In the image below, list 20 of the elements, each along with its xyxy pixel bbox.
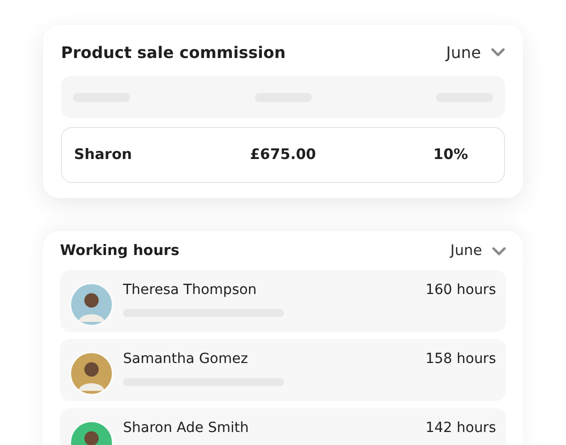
employee-row[interactable]: Samantha Gomez 158 hours <box>60 339 506 401</box>
month-dropdown[interactable]: June <box>450 243 506 259</box>
hours-value: 142 hours <box>425 420 496 436</box>
employee-name: Theresa Thompson <box>123 282 258 298</box>
card-title: Working hours <box>60 243 180 259</box>
avatar-icon <box>70 352 113 395</box>
chevron-down-icon <box>492 246 506 256</box>
employee-name: Samantha Gomez <box>123 351 249 367</box>
card-title: Product sale commission <box>61 43 286 62</box>
avatar-icon <box>70 283 113 326</box>
employee-name: Sharon Ade Smith <box>123 420 250 436</box>
hours-value: 158 hours <box>425 351 496 367</box>
chevron-down-icon <box>491 48 505 57</box>
month-dropdown[interactable]: June <box>446 43 505 62</box>
employee-name: Sharon <box>74 147 133 163</box>
employee-row[interactable]: Theresa Thompson 160 hours <box>60 270 506 332</box>
hours-value: 160 hours <box>425 282 496 298</box>
commission-amount: £675.00 <box>248 147 318 163</box>
employee-row[interactable]: Sharon Ade Smith 142 hours <box>60 408 506 445</box>
commission-rate: 10% <box>432 147 469 163</box>
